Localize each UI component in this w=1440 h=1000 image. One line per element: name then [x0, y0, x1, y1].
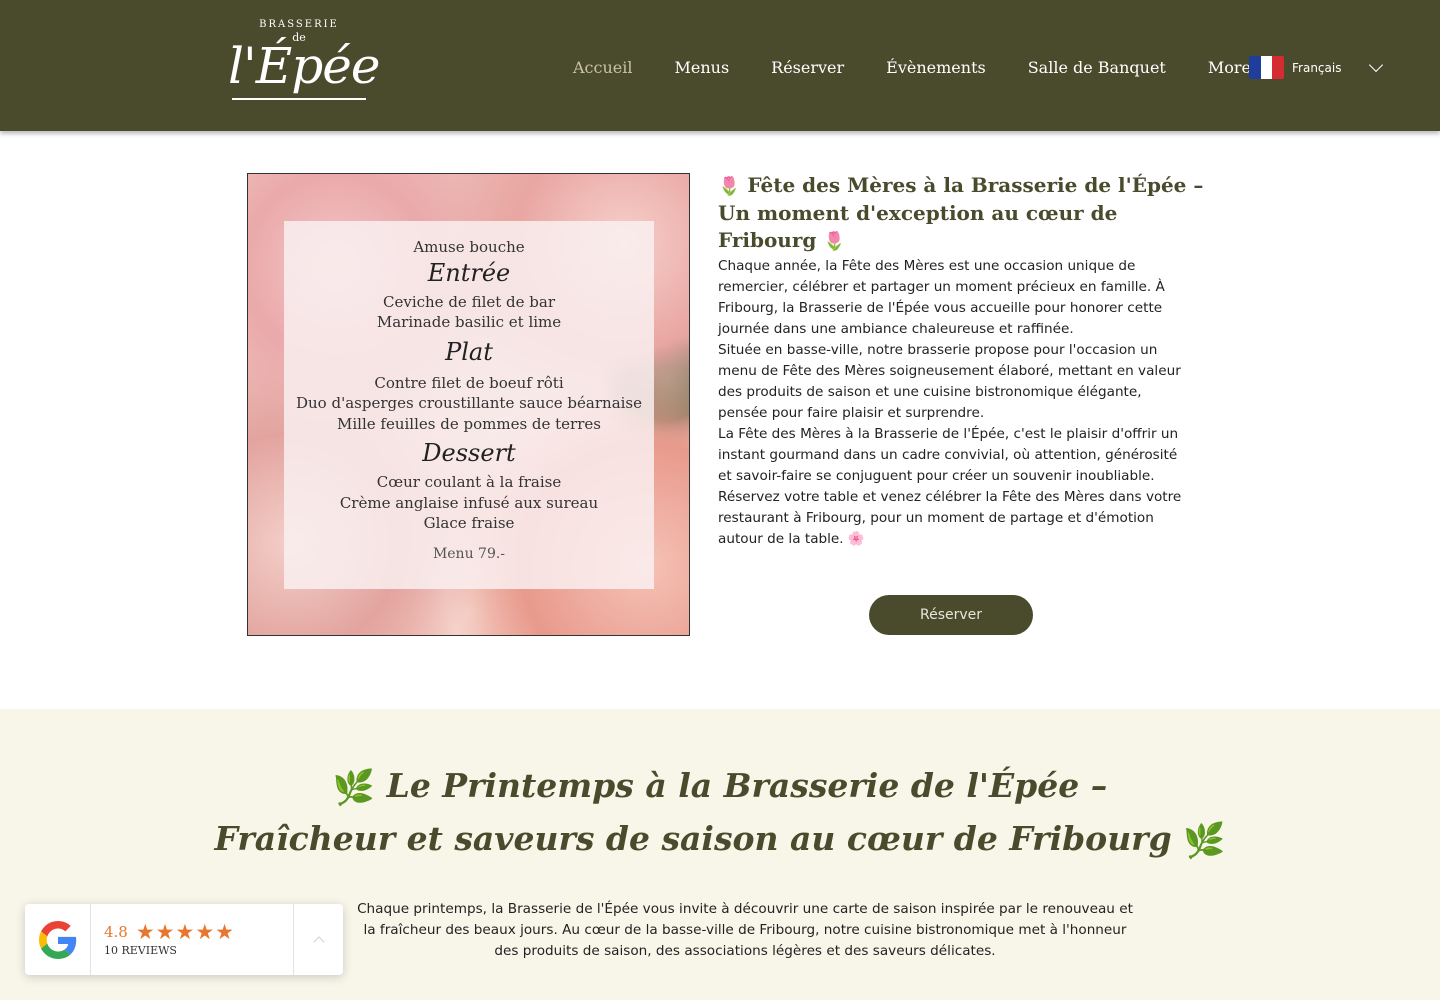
google-g-icon	[25, 904, 91, 975]
review-count: 10 REVIEWS	[104, 944, 177, 957]
leaf-icon: 🌿	[1183, 821, 1226, 861]
menu-plat-2: Duo d'asperges croustillante sauce béarn…	[295, 394, 643, 412]
event-paragraph: Située en basse-ville, notre brasserie p…	[718, 342, 1181, 421]
menu-dessert-2: Crème anglaise infusé aux sureau	[339, 493, 599, 512]
spring-title-line-1: 🌿 Le Printemps à la Brasserie de l'Épée …	[0, 766, 1440, 808]
leaf-icon: 🌿	[332, 768, 376, 808]
nav-item-accueil[interactable]: Accueil	[573, 58, 632, 77]
menu-entree-1: Ceviche de filet de bar	[382, 292, 556, 311]
tulip-icon: 🌷	[823, 231, 846, 252]
menu-plat-3: Mille feuilles de pommes de terres	[337, 414, 601, 433]
review-info: 4.8 ★★★★★ 10 REVIEWS	[91, 904, 294, 975]
review-expand-toggle[interactable]	[294, 904, 343, 975]
spring-description: Chaque printemps, la Brasserie de l'Épée…	[357, 901, 1133, 959]
google-reviews-widget[interactable]: 4.8 ★★★★★ 10 REVIEWS	[25, 904, 343, 975]
menu-dessert-3: Glace fraise	[423, 514, 515, 532]
language-label: Français	[1292, 60, 1342, 75]
brasserie-logo[interactable]: BRASSERIE de l'Épée	[228, 16, 380, 120]
reserve-button[interactable]: Réserver	[869, 595, 1033, 635]
rating-row: 4.8 ★★★★★	[104, 920, 293, 944]
menu-dessert-1: Cœur coulant à la fraise	[376, 473, 562, 491]
spring-title-line-2: Fraîcheur et saveurs de saison au cœur d…	[0, 819, 1440, 861]
event-paragraph: La Fête des Mères à la Brasserie de l'Ép…	[718, 426, 1179, 484]
chevron-up-icon	[312, 936, 325, 948]
logo-underline	[232, 98, 366, 100]
tulip-icon: 🌷	[718, 176, 741, 197]
chevron-down-icon	[1369, 57, 1384, 73]
menu-dessert-heading: Dessert	[422, 439, 516, 467]
event-paragraph: Chaque année, la Fête des Mères est une …	[718, 258, 1165, 337]
menu-panel: Amuse bouche Entrée Ceviche de filet de …	[284, 221, 654, 589]
rating-value: 4.8	[104, 923, 128, 941]
menu-plat-1: Contre filet de boeuf rôti	[374, 373, 564, 392]
nav-item-reserver[interactable]: Réserver	[771, 58, 844, 77]
spring-title-line-1-text: Le Printemps à la Brasserie de l'Épée –	[386, 766, 1108, 805]
language-selector[interactable]: Français	[1249, 56, 1384, 79]
main-nav: Accueil Menus Réserver Évènements Salle …	[573, 58, 1293, 77]
event-paragraph: Réservez votre table et venez célébrer l…	[718, 489, 1182, 547]
star-rating-icon: ★★★★★	[135, 920, 235, 944]
site-header: BRASSERIE de l'Épée Accueil Menus Réserv…	[0, 0, 1440, 131]
nav-item-more[interactable]: More	[1208, 58, 1251, 77]
menu-price: Menu 79.-	[432, 545, 506, 562]
mothers-day-menu-image: Amuse bouche Entrée Ceviche de filet de …	[247, 173, 690, 636]
spring-title-line-2-text: Fraîcheur et saveurs de saison au cœur d…	[214, 819, 1172, 858]
logo-main-text: l'Épée	[228, 37, 380, 95]
nav-item-salle-de-banquet[interactable]: Salle de Banquet	[1028, 58, 1166, 77]
nav-item-evenements[interactable]: Évènements	[886, 58, 986, 77]
event-title: 🌷 Fête des Mères à la Brasserie de l'Épé…	[718, 172, 1208, 255]
event-description: Chaque année, la Fête des Mères est une …	[718, 256, 1188, 550]
menu-entree-heading: Entrée	[427, 258, 511, 287]
france-flag-icon	[1249, 56, 1284, 79]
logo-top-text: BRASSERIE	[259, 19, 339, 30]
nav-item-menus[interactable]: Menus	[674, 58, 729, 77]
menu-entree-2: Marinade basilic et lime	[376, 313, 562, 331]
event-title-text: Fête des Mères à la Brasserie de l'Épée …	[718, 173, 1204, 252]
menu-amuse: Amuse bouche	[413, 238, 525, 256]
menu-plat-heading: Plat	[445, 337, 493, 366]
